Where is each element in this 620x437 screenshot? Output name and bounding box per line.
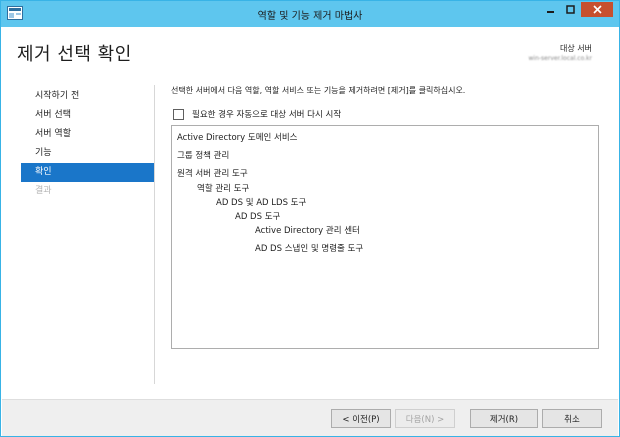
- minimize-button[interactable]: [540, 2, 560, 17]
- next-button: 다음(N) >: [395, 409, 455, 428]
- list-item: AD DS 스냅인 및 명령줄 도구: [255, 244, 364, 254]
- removal-list[interactable]: Active Directory 도메인 서비스 그룹 정책 관리 원격 서버 …: [171, 125, 599, 349]
- previous-button[interactable]: < 이전(P): [331, 409, 391, 428]
- sidebar-item-features[interactable]: 기능: [21, 144, 155, 163]
- window-title: 역할 및 기능 제거 마법사: [257, 11, 363, 22]
- restart-checkbox-label: 필요한 경우 자동으로 대상 서버 다시 시작: [192, 110, 342, 120]
- list-item: 그룹 정책 관리: [177, 151, 230, 161]
- list-item: 원격 서버 관리 도구: [177, 169, 248, 179]
- sidebar-item-before-you-begin[interactable]: 시작하기 전: [21, 87, 155, 106]
- list-item: 역할 관리 도구: [197, 184, 250, 194]
- remove-button[interactable]: 제거(R): [470, 409, 538, 428]
- wizard-footer: < 이전(P) 다음(N) > 제거(R) 취소: [2, 399, 618, 436]
- list-item: Active Directory 관리 센터: [255, 226, 360, 236]
- target-server-label: 대상 서버: [560, 44, 592, 53]
- sidebar-divider: [154, 85, 155, 384]
- list-item: AD DS 도구: [235, 212, 281, 222]
- restart-checkbox[interactable]: [173, 108, 184, 120]
- maximize-icon: [565, 5, 575, 14]
- title-bar[interactable]: 역할 및 기능 제거 마법사: [1, 1, 619, 27]
- page-title: 제거 선택 확인: [17, 44, 132, 65]
- sidebar-item-results: 결과: [35, 186, 52, 196]
- sidebar-item-confirmation[interactable]: 확인: [21, 163, 155, 182]
- close-button[interactable]: [581, 2, 613, 17]
- target-server-value: win-server.local.co.kr: [528, 55, 593, 62]
- list-item: Active Directory 도메인 서비스: [177, 133, 298, 143]
- maximize-button[interactable]: [560, 2, 580, 17]
- cancel-button[interactable]: 취소: [542, 409, 602, 428]
- restart-option[interactable]: 필요한 경우 자동으로 대상 서버 다시 시작: [173, 108, 341, 120]
- wizard-steps-nav: 시작하기 전 서버 선택 서버 역할 기능 확인 결과: [21, 87, 155, 201]
- instruction-text: 선택한 서버에서 다음 역할, 역할 서비스 또는 기능을 제거하려면 [제거]…: [171, 86, 466, 95]
- list-item: AD DS 및 AD LDS 도구: [216, 198, 307, 208]
- sidebar-item-server-selection[interactable]: 서버 선택: [21, 106, 155, 125]
- close-icon: [592, 5, 602, 14]
- minimize-icon: [546, 11, 554, 13]
- sidebar-item-server-roles[interactable]: 서버 역할: [21, 125, 155, 144]
- wizard-window: 역할 및 기능 제거 마법사 제거 선택 확인 대상 서버 win-server…: [0, 0, 620, 437]
